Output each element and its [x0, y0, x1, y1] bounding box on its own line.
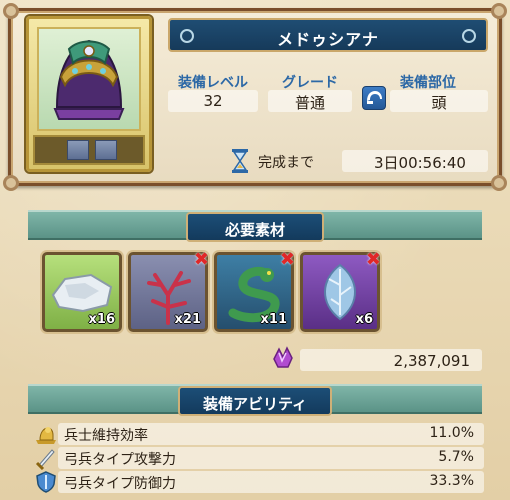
- socket-slot: [95, 140, 117, 160]
- slot-label: 装備部位: [400, 75, 456, 91]
- ability-value: 5.7%: [438, 449, 474, 465]
- ability-value: 33.3%: [429, 473, 474, 489]
- soldier-upkeep-icon: [34, 422, 58, 446]
- material-slot-crystal-leaf[interactable]: ✖ x6: [300, 249, 381, 332]
- grade-value: 普通: [294, 94, 325, 112]
- completion-timer: 完成まで 3日00:56:40: [226, 148, 488, 174]
- missing-mark-icon: ✖: [193, 249, 209, 270]
- slot-value: 頭: [431, 94, 447, 112]
- missing-mark-icon: ✖: [279, 249, 295, 270]
- materials-title-plate: 必要素材: [186, 212, 324, 242]
- helmet-icon: [37, 27, 141, 131]
- ability-row: 弓兵タイプ攻撃力 5.7%: [34, 446, 484, 471]
- timer-label: 完成まで: [258, 155, 314, 171]
- material-slot-serpent[interactable]: ✖ x11: [214, 249, 295, 332]
- material-count: x6: [355, 312, 373, 327]
- material-slot-coral[interactable]: ✖ x21: [128, 249, 209, 332]
- ability-row: 兵士維持効率 11.0%: [34, 422, 484, 446]
- level-label: 装備レベル: [178, 75, 248, 91]
- cost-row: 2,387,091: [270, 345, 482, 373]
- gem-icon: [270, 345, 296, 375]
- ability-label: 弓兵タイプ防御力: [64, 476, 176, 492]
- corner-ornament: [491, 175, 507, 191]
- material-count: x16: [88, 312, 115, 327]
- socket-slots: [33, 135, 145, 165]
- ability-row: 弓兵タイプ防御力 33.3%: [34, 470, 484, 494]
- abilities-section-header: 装備アビリティ: [28, 384, 482, 416]
- socket-slot: [67, 140, 89, 160]
- material-count: x21: [174, 312, 201, 327]
- materials-title: 必要素材: [224, 221, 285, 239]
- equipment-portrait[interactable]: [26, 16, 152, 172]
- abilities-title-plate: 装備アビリティ: [178, 386, 332, 416]
- sword-icon: [34, 446, 58, 471]
- missing-mark-icon: ✖: [365, 249, 381, 270]
- ability-label: 兵士維持効率: [64, 428, 148, 444]
- timer-value: 3日00:56:40: [374, 154, 466, 172]
- corner-ornament: [3, 175, 19, 191]
- ability-label: 弓兵タイプ攻撃力: [64, 452, 176, 468]
- grade-label: グレード: [282, 75, 338, 91]
- ability-value: 11.0%: [429, 425, 474, 441]
- materials-section-header: 必要素材: [28, 210, 482, 242]
- shield-icon: [34, 470, 58, 494]
- abilities-title: 装備アビリティ: [202, 395, 308, 413]
- ornament-icon: [462, 29, 476, 43]
- corner-ornament: [3, 3, 19, 19]
- corner-ornament: [491, 3, 507, 19]
- material-slot-stone[interactable]: x16: [42, 252, 122, 332]
- equipment-name: メドゥシアナ: [277, 30, 379, 49]
- equipment-name-bar: メドゥシアナ: [168, 18, 488, 52]
- material-count: x11: [260, 312, 287, 327]
- hourglass-icon: [230, 148, 250, 174]
- head-slot-icon: [362, 86, 386, 110]
- level-value: 32: [203, 92, 223, 110]
- cost-value: 2,387,091: [393, 352, 470, 370]
